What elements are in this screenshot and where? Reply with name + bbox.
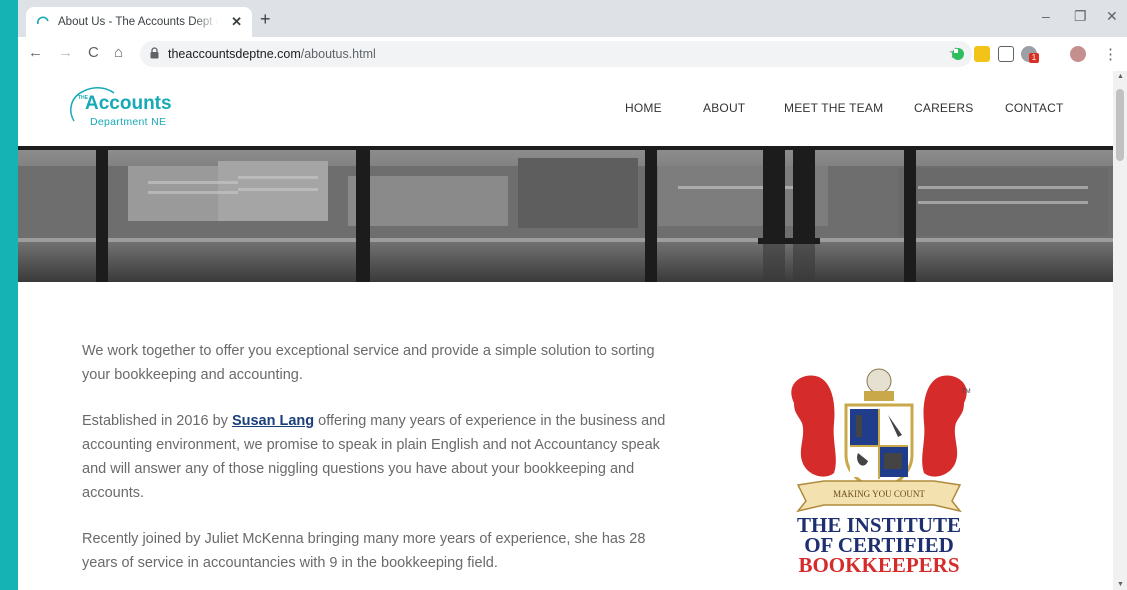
url-text: theaccountsdeptne.com/aboutus.html [168,47,376,61]
site-logo[interactable]: THE Accounts Department NE [66,81,206,129]
about-paragraph-3: Recently joined by Juliet McKenna bringi… [82,531,646,571]
extension-outline-icon[interactable] [998,46,1014,62]
loading-icon [36,16,49,25]
crest-motto: MAKING YOU COUNT [833,489,925,499]
icb-crest-logo: MAKING YOU COUNT TM THE INSTITUTE OF CER… [784,363,974,581]
url-host: theaccountsdeptne.com [168,47,301,61]
new-tab-button[interactable]: + [260,9,271,30]
tab-title: About Us - The Accounts Dept ne [58,16,218,28]
about-paragraph-2-start: Established in 2016 by [82,413,232,429]
web-page: THE Accounts Department NE HOME ABOUT ME… [18,71,1113,590]
extension-yellow-icon[interactable] [974,46,990,62]
address-bar[interactable]: theaccountsdeptne.com/aboutus.html ☆ [140,41,972,67]
home-button[interactable]: ⌂ [114,44,123,61]
susan-lang-link[interactable]: Susan Lang [232,413,314,429]
forward-button[interactable]: → [58,44,73,61]
crest-tm: TM [962,389,971,395]
logo-name: Accounts [85,93,172,114]
about-paragraph-2: Established in 2016 by Susan Lang offeri… [82,409,682,505]
page-scrollbar[interactable]: ▲ ▼ [1113,71,1127,590]
nav-home[interactable]: HOME [625,101,662,115]
back-button[interactable]: ← [28,44,43,61]
scroll-up-icon[interactable]: ▲ [1117,73,1124,80]
minimize-button[interactable]: – [1042,8,1050,24]
close-window-button[interactable]: ✕ [1106,8,1118,25]
nav-meet-the-team[interactable]: MEET THE TEAM [784,101,883,115]
reload-button[interactable]: C [88,44,99,61]
tab-about-us[interactable]: About Us - The Accounts Dept ne ✕ [26,7,252,37]
about-paragraph-1: We work together to offer you exceptiona… [82,343,655,383]
crest-emblem-icon: MAKING YOU COUNT TM [791,368,971,513]
scroll-down-icon[interactable]: ▼ [1117,581,1124,588]
lock-icon [150,47,159,59]
url-path: /aboutus.html [300,47,376,61]
hero-banner-image [18,146,1113,282]
restore-button[interactable]: ❐ [1074,8,1087,25]
nav-about[interactable]: ABOUT [703,101,745,115]
scrollbar-thumb[interactable] [1116,89,1124,161]
logo-subtitle: Department NE [90,116,167,128]
browser-menu-icon[interactable]: ⋮ [1103,45,1118,63]
extension-badge-count: 1 [1029,53,1039,63]
evernote-icon[interactable] [950,46,966,62]
about-content: We work together to offer you exceptiona… [82,339,682,590]
extension-badge-icon[interactable]: 1 [1021,46,1039,63]
browser-window: About Us - The Accounts Dept ne ✕ + – ❐ … [18,0,1127,590]
nav-careers[interactable]: CAREERS [914,101,973,115]
tab-close-icon[interactable]: ✕ [231,14,242,30]
browser-toolbar: ← → C ⌂ theaccountsdeptne.com/aboutus.ht… [18,37,1127,72]
nav-contact[interactable]: CONTACT [1005,101,1064,115]
tab-strip: About Us - The Accounts Dept ne ✕ + – ❐ … [18,0,1127,37]
profile-avatar[interactable] [1070,46,1086,62]
crest-line-3: BOOKKEEPERS [798,553,960,577]
